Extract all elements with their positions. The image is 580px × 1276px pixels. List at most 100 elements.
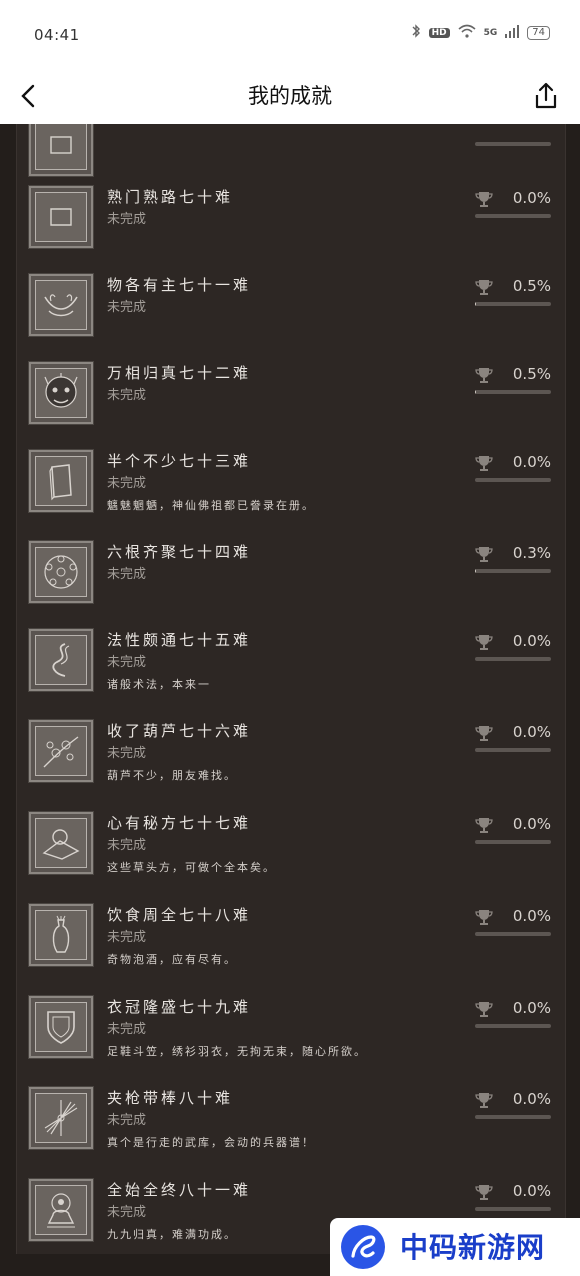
achievement-icon-frame [28, 628, 94, 692]
achievement-name: 物各有主七十一难 [107, 276, 252, 294]
shield-icon [35, 1002, 87, 1052]
achievement-name: 衣冠隆盛七十九难 [107, 998, 252, 1016]
achievement-description: 足鞋斗笠，绣衫羽衣，无拘无束，随心所欲。 [107, 1045, 367, 1058]
completion-percent: 0.0% [512, 189, 551, 207]
share-icon [535, 82, 557, 109]
progress-bar [475, 569, 551, 573]
achievement-icon-frame [28, 1086, 94, 1150]
achievement-row[interactable]: 半个不少七十三难 未完成 魑魅魍魉，神仙佛祖都已誊录在册。 0.0% [17, 449, 565, 542]
progress-bar [475, 657, 551, 661]
completion-percent: 0.3% [512, 544, 551, 562]
achievement-row[interactable]: 熟门熟路七十难 未完成 0.0% [17, 185, 565, 278]
completion-percent: 0.0% [512, 1090, 551, 1108]
trophy-icon [475, 816, 493, 834]
watermark-text: 中码新游网 [400, 1231, 546, 1264]
trophy-icon [475, 724, 493, 742]
achievement-icon-frame [28, 124, 94, 177]
achievement-description: 这些草头方，可做个全本矣。 [107, 861, 276, 874]
achievement-description: 葫芦不少，朋友难找。 [107, 769, 237, 782]
achievement-icon-frame [28, 1178, 94, 1242]
achievement-content[interactable]: 熟门熟路七十难 未完成 0.0% 物各有主七十一难 未完成 0.5% 万相归真七十二难 未完成… [0, 124, 580, 1276]
progress-bar [475, 748, 551, 752]
achievement-row[interactable]: 物各有主七十一难 未完成 0.5% [17, 273, 565, 366]
progress-bar [475, 1024, 551, 1028]
gourd-vine-icon [35, 726, 87, 776]
achievement-status: 未完成 [107, 1022, 147, 1037]
achievement-status: 未完成 [107, 655, 147, 670]
watermark: 中码新游网 [330, 1218, 580, 1276]
page-title: 我的成就 [248, 84, 332, 108]
progress-bar [475, 302, 551, 306]
achievement-icon-frame [28, 361, 94, 425]
book-icon [35, 456, 87, 506]
scroll-icon [35, 124, 87, 170]
recipe-icon [35, 818, 87, 868]
completion-percent: 0.0% [512, 907, 551, 925]
achievement-row[interactable]: 法性颇通七十五难 未完成 诸般术法，本来一 0.0% [17, 628, 565, 721]
achievement-icon-frame [28, 719, 94, 783]
achievement-icon-frame [28, 185, 94, 249]
achievement-row[interactable]: 夹枪带棒八十难 未完成 真个是行走的武库，会动的兵器谱！ 0.0% [17, 1086, 565, 1179]
hd-badge: HD [428, 27, 450, 38]
progress-bar [475, 142, 551, 146]
bluetooth-icon [411, 24, 421, 41]
antlers-icon [35, 280, 87, 330]
achievement-row[interactable]: 六根齐聚七十四难 未完成 0.3% [17, 540, 565, 633]
achievement-row[interactable]: 衣冠隆盛七十九难 未完成足鞋斗笠，绣衫羽衣，无拘无束，随心所欲。 0.0% [17, 995, 565, 1088]
achievement-row[interactable]: 万相归真七十二难 未完成 0.5% [17, 361, 565, 454]
completion-percent: 0.5% [512, 277, 551, 295]
status-bar: 04:41 HD 5G 74 [0, 0, 580, 70]
achievement-icon-frame [28, 811, 94, 875]
progress-bar [475, 1207, 551, 1211]
achievement-row[interactable]: 收了葫芦七十六难 未完成 葫芦不少，朋友难找。 0.0% [17, 719, 565, 812]
achievement-name: 饮食周全七十八难 [107, 906, 252, 924]
trophy-icon [475, 190, 493, 208]
achievement-name: 熟门熟路七十难 [107, 188, 234, 206]
share-button[interactable] [530, 80, 562, 112]
trophy-icon [475, 454, 493, 472]
progress-bar [475, 840, 551, 844]
achievement-status: 未完成 [107, 1205, 147, 1220]
progress-bar [475, 1115, 551, 1119]
achievement-name: 心有秘方七十七难 [107, 814, 252, 832]
trophy-icon [475, 908, 493, 926]
battery-icon: 74 [527, 25, 550, 40]
six-roots-icon [35, 547, 87, 597]
trophy-icon [475, 633, 493, 651]
completion-percent: 0.0% [512, 815, 551, 833]
achievement-panel: 熟门熟路七十难 未完成 0.0% 物各有主七十一难 未完成 0.5% 万相归真七十二难 未完成… [16, 124, 566, 1254]
completion-percent: 0.0% [512, 1182, 551, 1200]
achievement-name: 夹枪带棒八十难 [107, 1089, 234, 1107]
achievement-status: 未完成 [107, 388, 147, 403]
achievement-name: 收了葫芦七十六难 [107, 722, 252, 740]
trophy-icon [475, 1183, 493, 1201]
trophy-icon [475, 278, 493, 296]
achievement-name: 六根齐聚七十四难 [107, 543, 252, 561]
achievement-icon-frame [28, 540, 94, 604]
status-time: 04:41 [34, 26, 80, 44]
progress-bar [475, 214, 551, 218]
wifi-icon [458, 24, 476, 41]
achievement-status: 未完成 [107, 930, 147, 945]
achievement-description: 诸般术法，本来一 [107, 678, 211, 691]
achievement-name: 半个不少七十三难 [107, 452, 252, 470]
achievement-description: 魑魅魍魉，神仙佛祖都已誊录在册。 [107, 499, 315, 512]
achievement-status: 未完成 [107, 1113, 147, 1128]
meditating-figure-icon [35, 1185, 87, 1235]
trophy-icon [475, 545, 493, 563]
achievement-icon-frame [28, 449, 94, 513]
achievement-description: 九九归真，难满功成。 [107, 1228, 237, 1241]
nav-bar: 我的成就 [0, 70, 580, 125]
trophy-icon [475, 1000, 493, 1018]
trophy-icon [475, 366, 493, 384]
watermark-logo-icon [341, 1225, 385, 1269]
vase-icon [35, 910, 87, 960]
progress-bar [475, 478, 551, 482]
achievement-name: 全始全终八十一难 [107, 1181, 252, 1199]
achievement-row[interactable]: 饮食周全七十八难 未完成 奇物泡酒，应有尽有。 0.0% [17, 903, 565, 996]
completion-percent: 0.0% [512, 999, 551, 1017]
achievement-name: 法性颇通七十五难 [107, 631, 252, 649]
progress-bar [475, 390, 551, 394]
achievement-status: 未完成 [107, 212, 147, 227]
achievement-row[interactable]: 心有秘方七十七难 未完成 这些草头方，可做个全本矣。 0.0% [17, 811, 565, 904]
